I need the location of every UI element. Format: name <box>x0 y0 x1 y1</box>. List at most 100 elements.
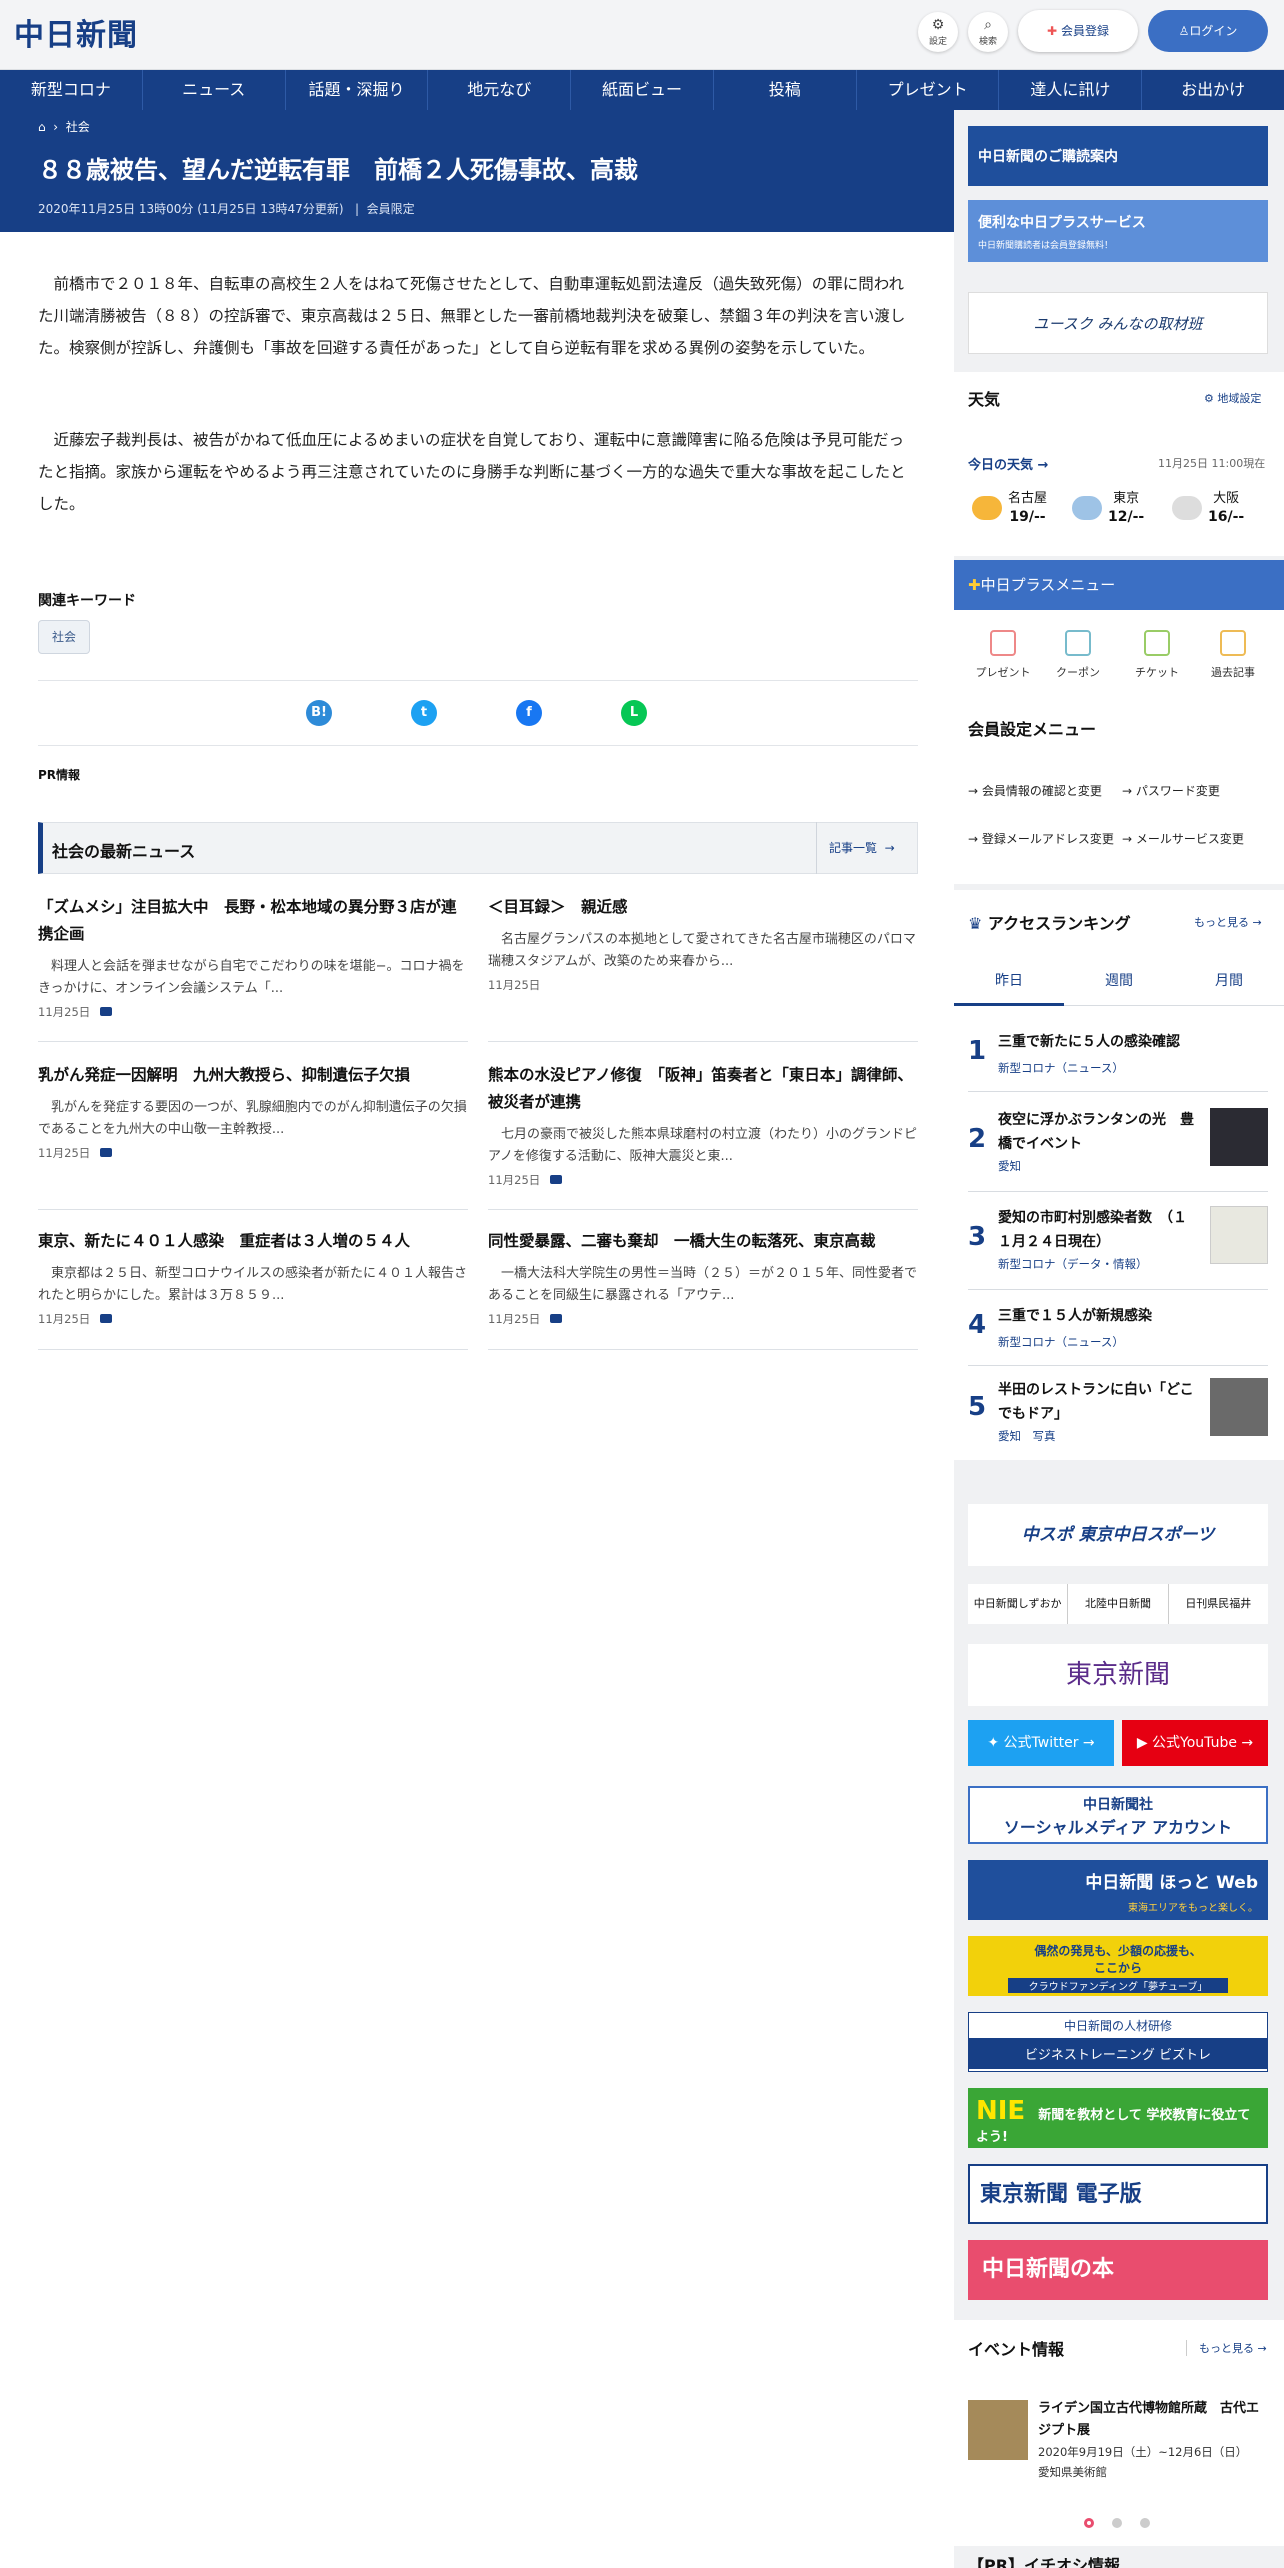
nav-item[interactable]: 投稿 <box>714 70 857 110</box>
keyword-tag[interactable]: 社会 <box>38 620 90 654</box>
ranking-more-link[interactable]: もっと見る → <box>1194 914 1262 930</box>
weather-city: 大阪 16/-- <box>1172 490 1268 526</box>
member-link[interactable]: → メールサービス変更 <box>1122 830 1244 848</box>
plus-menu-ticket[interactable]: チケット <box>1122 630 1192 680</box>
member-menu-title: 会員設定メニュー <box>968 720 1097 739</box>
weather-time: 11月25日 11:00現在 <box>1158 457 1266 470</box>
plus-menu-coupon[interactable]: クーポン <box>1043 630 1113 680</box>
carousel-dot-active[interactable] <box>1084 2518 1094 2528</box>
latest-news-title: 社会の最新ニュース <box>52 842 196 861</box>
regional-link[interactable]: 日刊県民福井 <box>1169 1584 1268 1624</box>
carousel-dot[interactable] <box>1112 2518 1122 2528</box>
site-logo[interactable]: 中日新聞 <box>14 10 138 54</box>
login-button[interactable]: ♙ログイン <box>1148 10 1268 52</box>
search-icon: ⌕ <box>984 17 992 33</box>
archive-icon <box>1220 630 1246 656</box>
pr-recommend-title: 【PR】イチオシ情報 <box>968 2556 1121 2568</box>
crown-icon: ♛ <box>968 914 983 933</box>
member-link[interactable]: → 会員情報の確認と変更 <box>968 782 1102 800</box>
yousuku-banner[interactable]: ユースク みんなの取材班 <box>968 292 1268 354</box>
region-settings-link[interactable]: ⚙ 地域設定 <box>1204 390 1261 406</box>
event-thumbnail[interactable] <box>968 2400 1028 2460</box>
main-nav: 新型コロナ ニュース 話題・深掘り 地元なび 紙面ビュー 投稿 プレゼント 達人… <box>0 70 1284 110</box>
tab-weekly[interactable]: 週間 <box>1064 956 1174 1006</box>
bizutore-banner[interactable]: 中日新聞の人材研修 ビジネストレーニング ビズトレ <box>968 2012 1268 2072</box>
home-icon[interactable]: ⌂ <box>38 120 46 134</box>
news-card[interactable]: 同性愛暴露、二審も棄却 一橋大生の転落死、東京高裁 一橋大法科大学院生の男性＝当… <box>488 1228 918 1350</box>
ranking-item[interactable]: 2 夜空に浮かぶランタンの光 豊橋でイベント 愛知 <box>968 1108 1268 1192</box>
divider <box>38 680 918 681</box>
hot-web-banner[interactable]: 中日新聞 ほっと Web 東海エリアをもっと楽しく。 <box>968 1860 1268 1920</box>
tokyo-digital-banner[interactable]: 東京新聞 電子版 <box>968 2164 1268 2224</box>
news-card[interactable]: 「ズムメシ」注目拡大中 長野・松本地域の異分野３店が連携企画 料理人と会話を弾ま… <box>38 894 468 1042</box>
twitter-share-icon[interactable]: t <box>411 700 437 726</box>
news-card[interactable]: 熊本の水没ピアノ修復 「阪神」笛奏者と「東日本」調律師、被災者が連携 七月の豪雨… <box>488 1062 918 1210</box>
weather-city: 東京 12/-- <box>1072 490 1168 526</box>
tab-yesterday[interactable]: 昨日 <box>954 956 1064 1006</box>
line-share-icon[interactable]: L <box>621 700 647 726</box>
chuspo-banner[interactable]: 中スポ 東京中日スポーツ <box>968 1504 1268 1566</box>
ranking-item[interactable]: 1 三重で新たに５人の感染確認 新型コロナ（ニュース） <box>968 1030 1268 1092</box>
ranking-item[interactable]: 5 半田のレストランに白い「どこでもドア」 愛知 写真 <box>968 1378 1268 1452</box>
news-card[interactable]: ＜目耳録＞ 親近感 名古屋グランパスの本拠地として愛されてきた名古屋市瑞穂区のパ… <box>488 894 918 1042</box>
carousel-dot[interactable] <box>1140 2518 1150 2528</box>
breadcrumb-category[interactable]: 社会 <box>66 120 90 134</box>
subscription-banner[interactable]: 中日新聞のご購読案内 <box>968 126 1268 186</box>
tab-monthly[interactable]: 月間 <box>1174 956 1284 1006</box>
camera-icon <box>550 1314 563 1323</box>
cloudy-sunny-icon <box>1172 496 1202 520</box>
regional-link[interactable]: 中日新聞しずおか <box>968 1584 1069 1624</box>
youtube-button[interactable]: ▶ 公式YouTube → <box>1122 1720 1268 1766</box>
tokyo-shimbun-banner[interactable]: 東京新聞 <box>968 1644 1268 1706</box>
article-list-link[interactable]: 記事一覧 → <box>816 822 895 874</box>
ranking-thumbnail <box>1210 1378 1268 1436</box>
news-card[interactable]: 東京、新たに４０１人感染 重症者は３人増の５４人 東京都は２５日、新型コロナウイ… <box>38 1228 468 1350</box>
keywords-label: 関連キーワード <box>38 593 136 609</box>
weather-title: 天気 <box>968 390 1001 409</box>
member-link[interactable]: → パスワード変更 <box>1122 782 1220 800</box>
coupon-icon <box>1065 630 1091 656</box>
pr-label: PR情報 <box>38 768 81 782</box>
plus-service-banner[interactable]: 便利な中日プラスサービス 中日新聞購読者は会員登録無料！ <box>968 200 1268 262</box>
gear-icon: ⚙ <box>931 17 945 33</box>
social-media-banner[interactable]: 中日新聞社 ソーシャルメディア アカウント <box>968 1786 1268 1844</box>
signup-button[interactable]: ✚ 会員登録 <box>1018 10 1138 52</box>
facebook-share-icon[interactable]: f <box>516 700 542 726</box>
article-title: ８８歳被告、望んだ逆転有罪 前橋２人死傷事故、高裁 <box>38 156 638 184</box>
user-icon: ♙ <box>1178 24 1190 38</box>
event-title[interactable]: ライデン国立古代博物館所蔵 古代エジプト展 <box>1038 2398 1268 2442</box>
nav-item[interactable]: ニュース <box>143 70 286 110</box>
yume-tube-banner[interactable]: 偶然の発見も、少額の応援も、 ここから クラウドファンディング「夢チューブ」 <box>968 1936 1268 1996</box>
member-link[interactable]: → 登録メールアドレス変更 <box>968 830 1118 848</box>
settings-button[interactable]: ⚙ 設定 <box>918 12 958 52</box>
today-weather-link[interactable]: 今日の天気 → <box>968 454 1048 473</box>
plus-menu-archive[interactable]: 過去記事 <box>1198 630 1268 680</box>
ranking-title: ♛ アクセスランキング <box>968 914 1131 933</box>
event-date: 2020年9月19日（土）~12月6日（日） <box>1038 2445 1248 2459</box>
sunny-icon <box>972 496 1002 520</box>
nav-item[interactable]: お出かけ <box>1142 70 1284 110</box>
hatena-share-icon[interactable]: B! <box>306 700 332 726</box>
ranking-item[interactable]: 4 三重で１５人が新規感染 新型コロナ（ニュース） <box>968 1304 1268 1366</box>
arrow-right-icon: → <box>884 841 895 855</box>
twitter-button[interactable]: ✦ 公式Twitter → <box>968 1720 1114 1766</box>
ticket-icon <box>1144 630 1170 656</box>
search-button[interactable]: ⌕ 検索 <box>968 12 1008 52</box>
ranking-item[interactable]: 3 愛知の市町村別感染者数 （１１月２４日現在） 新型コロナ（データ・情報） <box>968 1206 1268 1290</box>
regional-link[interactable]: 北陸中日新聞 <box>1068 1584 1169 1624</box>
chunichi-books-banner[interactable]: 中日新聞の本 <box>968 2240 1268 2300</box>
twitter-icon: ✦ <box>987 1735 1000 1751</box>
nav-item[interactable]: 地元なび <box>428 70 572 110</box>
events-title: イベント情報 <box>968 2340 1065 2359</box>
nav-item[interactable]: 紙面ビュー <box>571 70 714 110</box>
events-more-link[interactable]: もっと見る → <box>1186 2340 1267 2356</box>
news-card[interactable]: 乳がん発症一因解明 九州大教授ら、抑制遺伝子欠損 乳がんを発症する要因の一つが、… <box>38 1062 468 1210</box>
nie-banner[interactable]: NIE 新聞を教材として 学校教育に役立てよう! <box>968 2088 1268 2148</box>
article-paragraph: 近藤宏子裁判長は、被告がかねて低血圧によるめまいの症状を自覚しており、運転中に意… <box>38 431 906 513</box>
nav-item[interactable]: 新型コロナ <box>0 70 143 110</box>
weather-city: 名古屋 19/-- <box>972 490 1068 526</box>
nav-item[interactable]: 話題・深掘り <box>286 70 429 110</box>
nav-item[interactable]: プレゼント <box>857 70 1000 110</box>
nav-item[interactable]: 達人に訊け <box>999 70 1143 110</box>
plus-menu-present[interactable]: プレゼント <box>968 630 1038 680</box>
